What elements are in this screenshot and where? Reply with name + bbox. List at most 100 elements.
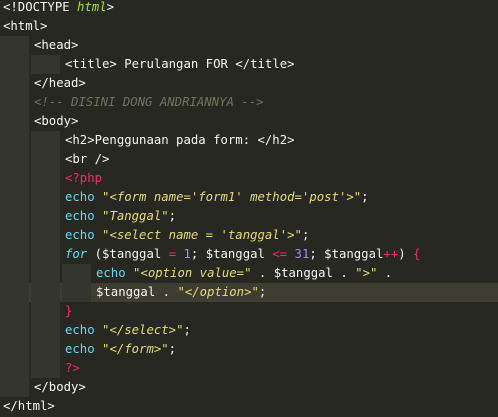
code-token: "	[355, 266, 363, 280]
code-text: <title> Perulangan FOR </title>	[65, 55, 295, 74]
code-token: </option>	[184, 285, 252, 299]
code-line[interactable]: echo "</form>";	[0, 340, 498, 359]
code-line[interactable]: <!DOCTYPE html>	[0, 0, 498, 17]
indent-guide	[31, 131, 60, 150]
code-token: echo	[65, 190, 103, 204]
code-text: <!DOCTYPE html>	[3, 0, 114, 17]
code-line[interactable]: <body>	[0, 112, 498, 131]
code-line[interactable]: <head>	[0, 36, 498, 55]
code-text: <head>	[34, 36, 78, 55]
indent-guide	[62, 264, 91, 283]
indent-guide	[0, 226, 29, 245]
code-token: =	[161, 247, 184, 261]
code-token: 31	[294, 247, 310, 261]
code-token: .	[377, 266, 393, 280]
code-token: ;	[361, 190, 369, 204]
code-token: 1	[183, 247, 191, 261]
code-text: </head>	[34, 74, 86, 93]
code-text: <h2>Penggunaan pada form: </h2>	[65, 131, 295, 150]
code-line[interactable]: }	[0, 302, 498, 321]
code-line[interactable]: ?>	[0, 359, 498, 378]
code-text: <body>	[34, 112, 78, 131]
code-token: >	[106, 0, 115, 14]
code-token: $tanggal	[102, 247, 162, 261]
code-token: ;	[168, 342, 177, 356]
indent-guide	[31, 150, 60, 169]
indent-guide	[0, 340, 29, 359]
code-token: for	[65, 247, 88, 261]
code-token: </form>	[109, 342, 162, 356]
code-token: ;	[258, 285, 267, 299]
code-token: echo	[65, 209, 103, 223]
code-text: echo "</form>";	[65, 340, 176, 359]
code-line[interactable]: <h2>Penggunaan pada form: </h2>	[0, 131, 498, 150]
code-line[interactable]: </head>	[0, 74, 498, 93]
code-line[interactable]: <html>	[0, 17, 498, 36]
indent-guide	[0, 264, 29, 283]
indent-guide	[31, 188, 60, 207]
code-token: "	[294, 228, 302, 242]
code-line[interactable]: $tanggal . "</option>";	[0, 283, 498, 302]
code-line[interactable]: <br />	[0, 150, 498, 169]
indent-guide	[0, 359, 29, 378]
code-token: "	[244, 266, 252, 280]
code-token: }	[65, 304, 73, 318]
code-text: <html>	[3, 17, 47, 36]
code-line[interactable]: echo "<select name = 'tanggal'>";	[0, 226, 498, 245]
code-token: echo	[65, 228, 103, 242]
code-token: </title>	[235, 57, 295, 71]
indent-guide	[31, 283, 60, 302]
code-line[interactable]: <?php	[0, 169, 498, 188]
indent-guide	[0, 131, 29, 150]
code-token: )	[398, 247, 414, 261]
indent-guide	[0, 207, 29, 226]
code-line[interactable]: echo "<form name='form1' method='post'>"…	[0, 188, 498, 207]
code-line[interactable]: echo "Tanggal";	[0, 207, 498, 226]
indent-guide	[31, 207, 60, 226]
code-line[interactable]: for ($tanggal = 1; $tanggal <= 31; $tang…	[0, 245, 498, 264]
code-token: . $tanggal .	[251, 266, 356, 280]
code-token: <?php	[65, 171, 103, 185]
code-token: </body>	[34, 380, 86, 394]
code-token: <br />	[65, 152, 110, 166]
code-token: ; $tanggal	[190, 247, 273, 261]
code-text: echo "Tanggal";	[65, 207, 176, 226]
code-text: }	[65, 302, 72, 321]
code-text: echo "</select>";	[65, 321, 191, 340]
indent-guide	[31, 302, 60, 321]
code-token: (	[87, 247, 103, 261]
code-text: echo "<form name='form1' method='post'>"…	[65, 188, 369, 207]
code-text: </html>	[3, 397, 55, 416]
code-text: for ($tanggal = 1; $tanggal <= 31; $tang…	[65, 245, 420, 264]
code-line[interactable]: <title> Perulangan FOR </title>	[0, 55, 498, 74]
code-token: <option value=	[140, 266, 245, 280]
code-line[interactable]: echo "</select>";	[0, 321, 498, 340]
code-token: <!-- DISINI DONG ANDRIANNYA -->	[34, 95, 264, 109]
code-text: echo "<option value=" . $tanggal . ">" .	[96, 264, 392, 283]
code-token: <head>	[34, 38, 79, 52]
indent-guide	[0, 93, 29, 112]
code-token: <h2>	[65, 133, 95, 147]
code-line[interactable]: echo "<option value=" . $tanggal . ">" .	[0, 264, 498, 283]
code-text: $tanggal . "</option>";	[96, 283, 266, 302]
indent-guide	[62, 283, 91, 302]
indent-guide	[31, 264, 60, 283]
code-token: <=	[272, 247, 288, 261]
code-token: Penggunaan pada form:	[94, 133, 258, 147]
indent-guide	[31, 340, 60, 359]
code-token: echo	[96, 266, 134, 280]
code-line[interactable]: </body>	[0, 378, 498, 397]
code-editor[interactable]: <!DOCTYPE html> <html> <head> <title> Perul…	[0, 0, 498, 417]
code-text: echo "<select name = 'tanggal'>";	[65, 226, 309, 245]
code-token: ;	[168, 209, 177, 223]
code-line[interactable]: <!-- DISINI DONG ANDRIANNYA -->	[0, 93, 498, 112]
code-token: >	[362, 266, 370, 280]
code-text: </body>	[34, 378, 86, 397]
code-token: echo	[65, 323, 103, 337]
indent-guide	[0, 55, 29, 74]
code-token: Tanggal	[109, 209, 162, 223]
code-line[interactable]: </html>	[0, 397, 498, 416]
code-text: ?>	[65, 359, 80, 378]
code-token: <form name='form1' method='post'>	[109, 190, 354, 204]
indent-guide	[0, 112, 29, 131]
